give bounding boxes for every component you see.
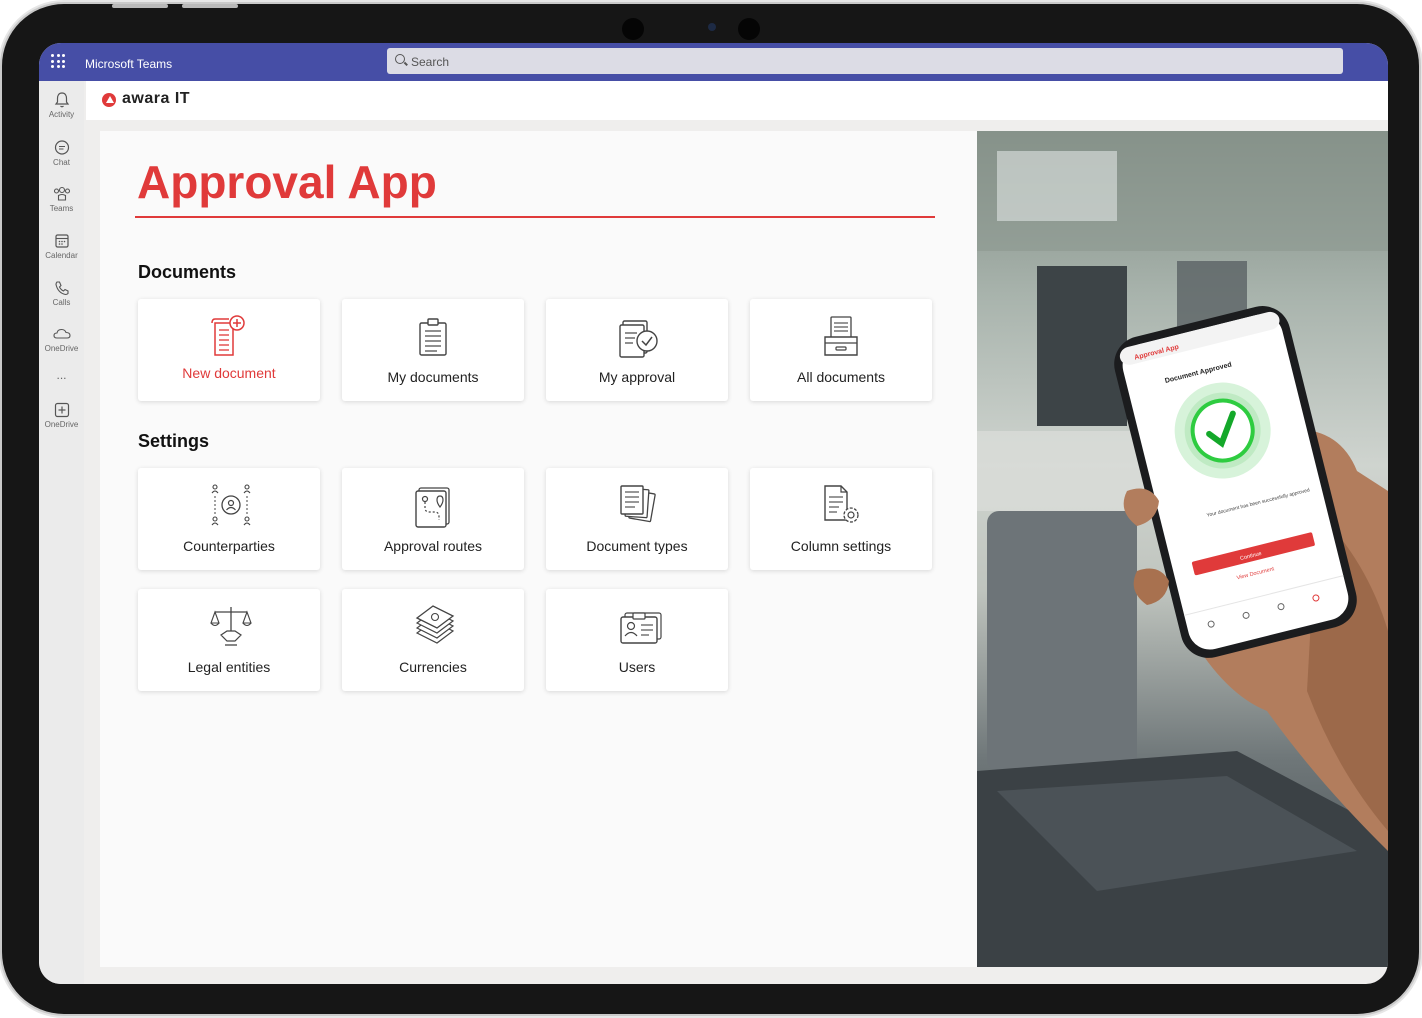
rail-item-teams[interactable]: Teams [39,185,84,213]
all-documents-button[interactable]: All documents [750,299,932,401]
document-types-button[interactable]: Document types [546,468,728,570]
tablet-button [112,4,168,8]
title-divider [135,216,935,218]
route-icon [415,487,450,528]
rail-item-calls[interactable]: Calls [39,279,84,307]
currencies-button[interactable]: Currencies [342,589,524,691]
rail-item-add-app[interactable]: OneDrive [39,401,84,429]
phone-icon [54,281,69,296]
counterparties-button[interactable]: Counterparties [138,468,320,570]
money-icon [415,605,455,644]
camera-lens-icon [708,23,716,31]
teams-left-rail: Activity Chat Teams Calendar Calls OneDr… [39,81,84,984]
legal-entities-button[interactable]: Legal entities [138,589,320,691]
tile-label: All documents [797,369,885,385]
new-document-icon [211,315,245,356]
main-panel: Approval App Documents New document My d… [100,131,977,967]
calendar-icon [54,234,69,248]
tile-label: Users [618,659,656,675]
tile-label: Counterparties [183,538,275,554]
tablet-frame: Microsoft Teams Search Activity Chat Tea… [2,4,1419,1014]
rail-label: Chat [53,158,70,167]
document-types-icon [620,485,656,523]
tile-label: Approval routes [383,538,483,554]
documents-heading: Documents [138,262,237,282]
scales-icon [210,607,252,646]
promo-photo: Approval App Document Approved Your docu… [977,131,1388,967]
rail-label: Calendar [45,251,78,260]
more-apps-icon[interactable]: ... [39,368,84,382]
rail-label: Calls [52,298,71,307]
rail-label: Activity [48,110,75,119]
column-settings-icon [824,485,859,523]
tile-label: Column settings [790,538,892,554]
approval-routes-button[interactable]: Approval routes [342,468,524,570]
tile-label: Currencies [399,659,467,675]
rail-item-activity[interactable]: Activity [39,91,84,119]
awara-logo-icon [102,93,116,107]
my-approval-button[interactable]: My approval [546,299,728,401]
camera-icon [738,18,760,40]
my-documents-button[interactable]: My documents [342,299,524,401]
search-placeholder: Search [411,55,450,69]
camera-icon [622,18,644,40]
plus-square-icon [54,402,69,418]
tablet-button [182,4,238,8]
rail-label: OneDrive [44,420,79,429]
teams-title-bar: Microsoft Teams Search [39,43,1388,81]
counterparties-icon [211,484,251,526]
search-icon [395,54,405,64]
approval-icon [619,320,658,358]
tile-label: My approval [598,369,676,385]
brand-logo-text: awara IT [122,90,191,107]
cloud-icon [52,328,71,339]
users-icon [620,612,662,644]
rail-label: Teams [49,204,74,213]
chat-icon [54,140,69,155]
app-launcher-icon[interactable] [51,54,65,68]
phone-in-hand-image: Approval App Document Approved Your docu… [977,131,1388,967]
archive-icon [824,316,858,356]
tile-label: New document [182,365,276,381]
app-name: Microsoft Teams [85,57,173,71]
rail-item-onedrive[interactable]: OneDrive [39,325,84,353]
new-document-button[interactable]: New document [138,299,320,401]
app-header: awara IT [86,81,1388,120]
rail-item-chat[interactable]: Chat [39,139,84,167]
tile-label: My documents [387,369,479,385]
column-settings-button[interactable]: Column settings [750,468,932,570]
tile-label: Document types [586,538,688,554]
teams-icon [53,186,70,201]
users-button[interactable]: Users [546,589,728,691]
bell-icon [54,92,69,108]
settings-heading: Settings [138,431,210,451]
rail-item-calendar[interactable]: Calendar [39,232,84,260]
rail-label: OneDrive [44,344,79,353]
search-input[interactable]: Search [387,48,1343,74]
documents-icon [419,318,447,356]
tile-label: Legal entities [187,659,271,675]
page-title: Approval App [137,156,437,208]
tablet-screen: Microsoft Teams Search Activity Chat Tea… [39,43,1388,984]
